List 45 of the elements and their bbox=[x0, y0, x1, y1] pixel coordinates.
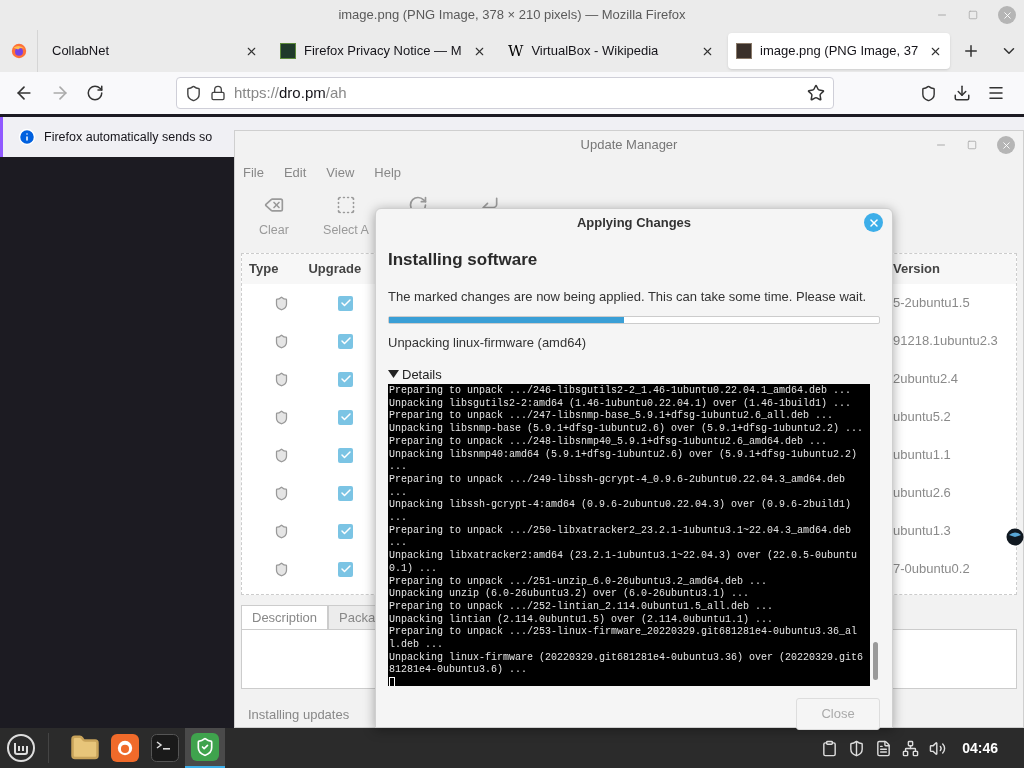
clock[interactable]: 04:46 bbox=[962, 737, 998, 759]
column-header[interactable]: Type bbox=[249, 259, 279, 279]
log-line: Unpacking libsnmp40:amd64 (5.9.1+dfsg-1ubuntu2.6) over (5.9.1+dfsg-1ubuntu2.2) ... bbox=[389, 448, 859, 474]
log-line: Preparing to unpack .../251-unzip_6.0-26ubuntu3.2_amd64.deb ... bbox=[389, 575, 769, 588]
log-line: Unpacking lintian (2.114.0ubuntu1.5) over (2.114.0ubuntu1.1) ... bbox=[389, 613, 775, 626]
log-line: Preparing to unpack .../250-libxatracker2_23.2.1-1ubuntu3.1~22.04.3_amd64.deb ... bbox=[389, 524, 853, 550]
url-text: https://dro.pm/ah bbox=[234, 82, 348, 103]
version-cell-text: ubuntu5.2 bbox=[893, 408, 951, 427]
log-line: Preparing to unpack .../248-libsnmp40_5.9.1+dfsg-1ubuntu2.6_amd64.deb ... bbox=[389, 435, 829, 449]
column-header[interactable]: Upgrade bbox=[308, 259, 362, 279]
browser-tab[interactable]: image.png (PNG Image, 37 bbox=[728, 33, 950, 69]
log-line: Preparing to unpack .../253-linux-firmware_20220329.git681281e4-0ubuntu3.36_all.deb ... bbox=[389, 626, 859, 652]
address-bar[interactable]: https://dro.pm/ah bbox=[176, 77, 834, 109]
version-cell-text: 5-2ubuntu1.5 bbox=[893, 294, 970, 313]
log-line: Preparing to unpack .../246-libsgutils2-2_1.46-1ubuntu0.22.04.1_amd64.deb ... bbox=[389, 385, 853, 398]
log-line: Preparing to unpack .../252-lintian_2.114.0ubuntu1.5_all.deb ... bbox=[389, 600, 775, 614]
version-cell-text: ubuntu1.1 bbox=[893, 446, 951, 465]
column-header[interactable]: Version bbox=[893, 259, 940, 279]
dialog-heading: Installing software bbox=[388, 249, 539, 271]
version-cell-text: ubuntu2.6 bbox=[893, 484, 951, 503]
progress-step: Unpacking linux-firmware (amd64) bbox=[388, 333, 880, 353]
log-line: Unpacking linux-firmware (20220329.git681281e4-0ubuntu3.36) over (20220329.git681281e4-0ubuntu3.6) ... bbox=[389, 651, 865, 678]
info-tab[interactable]: Description bbox=[241, 605, 329, 629]
version-cell-text: 91218.1ubuntu2.3 bbox=[893, 332, 998, 351]
wikipedia-icon: W bbox=[508, 43, 524, 59]
log-line: Unpacking libssh-gcrypt-4:amd64 (0.9.6-2ubuntu0.22.04.3) over (0.9.6-2build1) ... bbox=[389, 499, 853, 525]
details-toggle[interactable]: Details bbox=[388, 364, 880, 384]
window-title: image.png (PNG Image, 378 × 210 pixels) — Mozilla Firefox bbox=[338, 6, 686, 25]
dialog-title: Applying Changes bbox=[576, 214, 692, 233]
browser-tab[interactable]: W VirtualBox - Wikipedia bbox=[500, 33, 722, 69]
version-cell-text: 2ubuntu2.4 bbox=[893, 370, 959, 389]
log-line: Preparing to unpack .../247-libsnmp-base_5.9.1+dfsg-1ubuntu2.6_all.deb ... bbox=[389, 410, 835, 423]
window-title: Update Manager bbox=[580, 136, 678, 155]
version-cell-text: ubuntu1.3 bbox=[893, 522, 951, 541]
notification-text: Firefox automatically sends so bbox=[44, 128, 213, 146]
log-line: Unpacking libsnmp-base (5.9.1+dfsg-1ubuntu2.6) over (5.9.1+dfsg-1ubuntu2.2) ... bbox=[389, 423, 865, 436]
log-line: Unpacking libxatracker2:amd64 (23.2.1-1ubuntu3.1~22.04.3) over (22.0.5-0ubuntu0.1) ... bbox=[389, 550, 859, 576]
dialog-message: The marked changes are now being applied. This can take some time. Please wait. bbox=[388, 287, 868, 306]
browser-tab[interactable]: CollabNet bbox=[44, 33, 266, 69]
log-line: Unpacking unzip (6.0-26ubuntu3.2) over (6.0-26ubuntu3.1) ... bbox=[389, 588, 751, 601]
version-cell-text: 7-0ubuntu0.2 bbox=[893, 560, 970, 579]
log-line: Unpacking libsgutils2-2:amd64 (1.46-1ubuntu0.22.04.1) over (1.46-1build1) ... bbox=[389, 397, 853, 410]
status-text: Installing updates bbox=[248, 706, 350, 724]
browser-tab[interactable]: Firefox Privacy Notice — M bbox=[272, 33, 494, 69]
log-line: Preparing to unpack .../249-libssh-gcrypt-4_0.9.6-2ubuntu0.22.04.3_amd64.deb ... bbox=[389, 473, 847, 499]
